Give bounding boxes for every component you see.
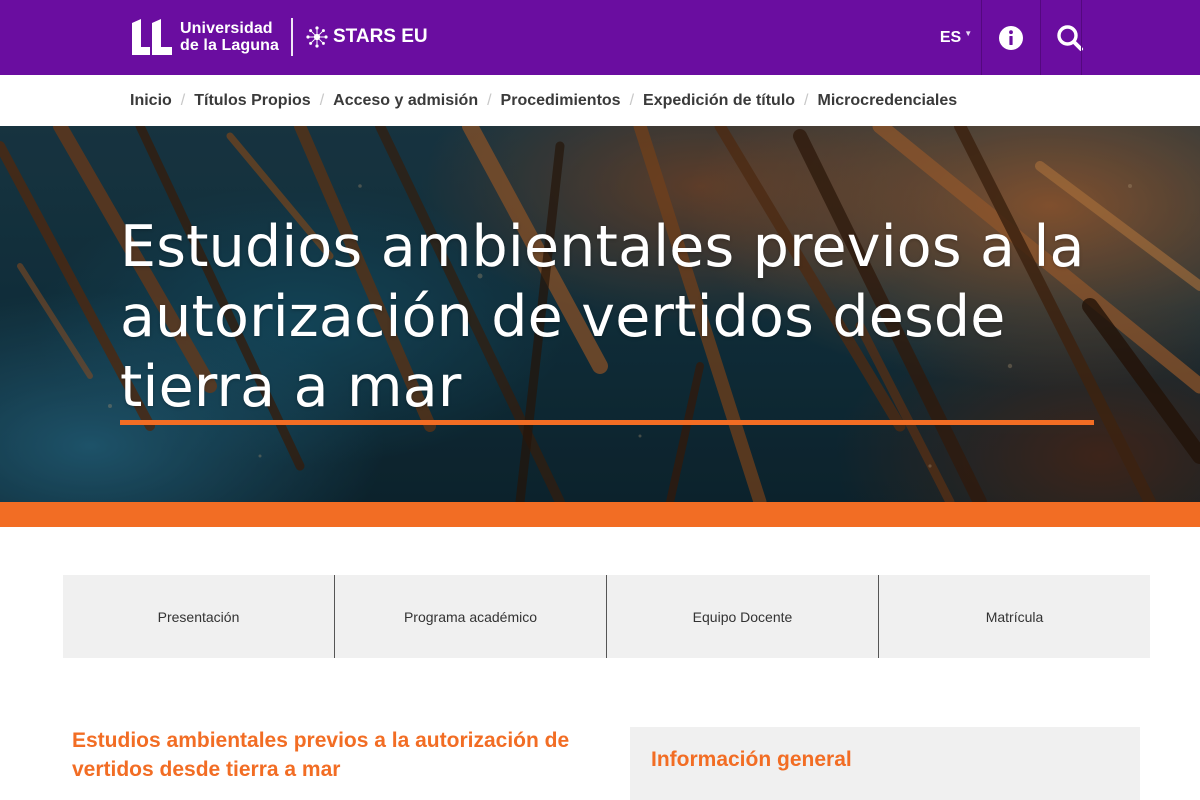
nav-item-procedimientos[interactable]: Procedimientos [501,92,621,110]
stars-eu-logo-icon [306,26,328,48]
search-icon [1057,24,1083,51]
university-logo[interactable]: Universidad de la Laguna STARS EU [130,14,428,60]
nav-item-titulos-propios[interactable]: Títulos Propios [194,92,310,110]
info-button[interactable] [982,0,1040,75]
logo-divider [291,18,293,56]
nav-item-acceso-admision[interactable]: Acceso y admisión [333,92,478,110]
ull-logo-icon [132,19,172,55]
chevron-down-icon: ▼ [964,29,973,38]
university-name-line2: de la Laguna [180,37,279,54]
nav-item-microcredenciales[interactable]: Microcredenciales [818,92,958,110]
university-name: Universidad de la Laguna [180,20,279,54]
top-header: Universidad de la Laguna STARS EU ES ▼ [0,0,1200,75]
course-title: Estudios ambientales previos a la autori… [72,729,570,781]
header-divider [1081,0,1082,75]
university-name-line1: Universidad [180,20,273,37]
stars-eu-logo[interactable]: STARS EU [305,25,428,49]
language-label: ES [939,28,962,46]
nav-separator: / [180,91,186,109]
nav-separator: / [804,91,809,109]
tab-programa-academico[interactable]: Programa académico [334,575,606,658]
tab-matricula[interactable]: Matrícula [878,575,1150,658]
tab-presentacion[interactable]: Presentación [63,575,334,658]
search-button[interactable] [1041,0,1099,75]
hero-title: Estudios ambientales previos a la autori… [120,214,1085,420]
nav-separator: / [629,91,635,109]
info-icon [999,25,1023,50]
nav-item-expedicion-titulo[interactable]: Expedición de título [643,92,795,110]
tab-equipo-docente[interactable]: Equipo Docente [606,575,878,658]
hero-title-underline [120,420,1094,425]
hero-banner: Estudios ambientales previos a la autori… [0,126,1200,502]
language-switcher[interactable]: ES ▼ [930,0,982,75]
stars-eu-label: STARS EU [333,26,428,47]
general-info-title: Información general [651,748,852,771]
section-tabs: Presentación Programa académico Equipo D… [63,575,1150,658]
nav-separator: / [487,91,492,109]
nav-separator: / [319,91,325,109]
top-navigation: Inicio / Títulos Propios / Acceso y admi… [0,75,1200,126]
general-info-panel: Información general [630,727,1140,800]
accent-band [0,502,1200,527]
nav-item-inicio[interactable]: Inicio [130,92,172,110]
